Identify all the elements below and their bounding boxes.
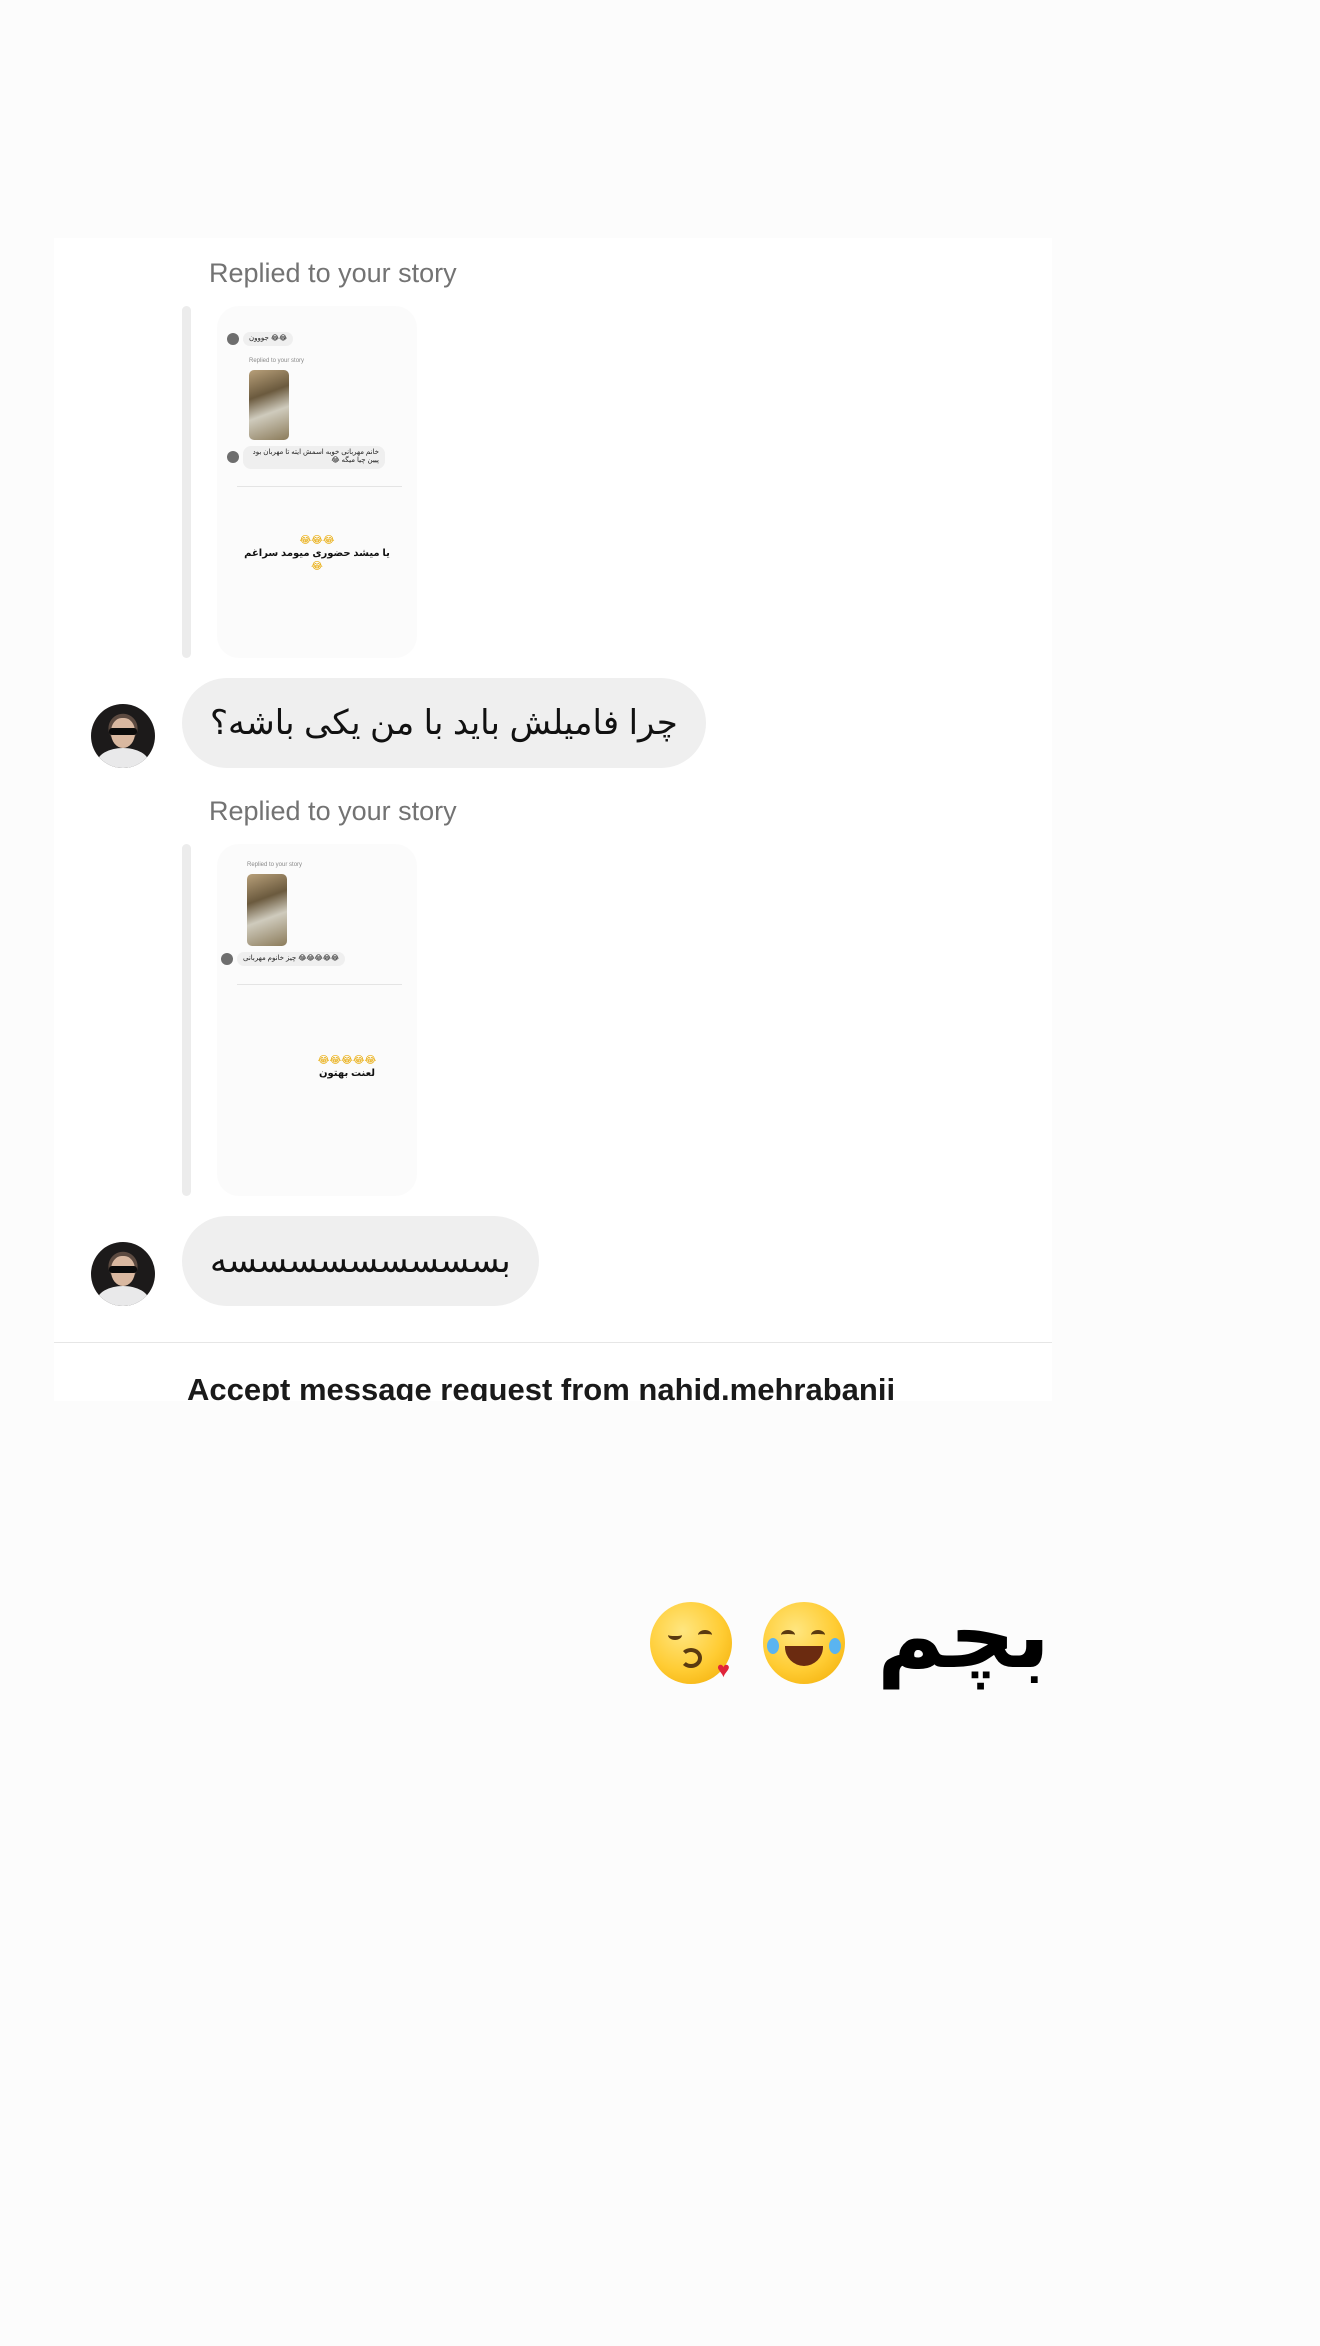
mini-avatar [221,953,233,966]
message-bubble[interactable]: بسسسسسسسسسه [182,1216,539,1306]
mini-bubble: 😂😂😂😂😂 چیز خانوم مهربانی [237,952,346,967]
mini-avatar [227,451,239,464]
story-caption: 😂😂😂😂😂 لعنت بهتون [317,1055,377,1079]
rolling-on-floor-laughing-icon [763,1601,846,1684]
reply-quote-bar [182,306,191,658]
section-divider [54,1342,1052,1343]
reply-quote-bar [182,844,191,1196]
mini-message-row: 😂😂😂😂😂 چیز خانوم مهربانی [221,952,346,967]
dm-conversation-card: Replied to your story 😂😂 جووون Replied t… [54,238,1052,1401]
mini-avatar [227,333,239,346]
story-caption: 😂😂😂 یا میشد حضوری میومد سراغم 😂 [244,535,390,572]
mini-message-row: خانم مهربانی خوبه اسمش ایته تا مهربان بو… [227,446,385,469]
replied-to-story-label: Replied to your story [209,258,457,288]
sender-avatar[interactable] [91,1242,155,1306]
replied-to-story-label: Replied to your story [209,796,457,826]
story-preview-thumbnail[interactable]: Replied to your story 😂😂😂😂😂 چیز خانوم مه… [217,844,417,1196]
sender-avatar[interactable] [91,704,155,768]
mini-bubble: خانم مهربانی خوبه اسمش ایته تا مهربان بو… [243,446,385,469]
face-blowing-kiss-icon: ♥ [649,1601,732,1684]
mini-replied-label: Replied to your story [247,862,303,868]
story-preview-thumbnail[interactable]: 😂😂 جووون Replied to your story خانم مهرب… [217,306,417,658]
message-bubble[interactable]: چرا فامیلش باید با من یکی باشه؟ [182,678,706,768]
mini-message-row: 😂😂 جووون [227,332,294,347]
mini-story-photo [249,370,289,440]
mini-replied-label: Replied to your story [249,358,305,364]
mini-bubble: 😂😂 جووون [243,332,294,347]
mini-story-photo [247,874,287,946]
overlay-caption-text: بچم [877,1585,1050,1687]
mini-divider [237,486,402,487]
mini-divider [237,984,402,985]
accept-request-title: Accept message request from nahid.mehrab… [187,1372,896,1401]
overlay-caption: بچم ♥ [649,1590,1050,1684]
